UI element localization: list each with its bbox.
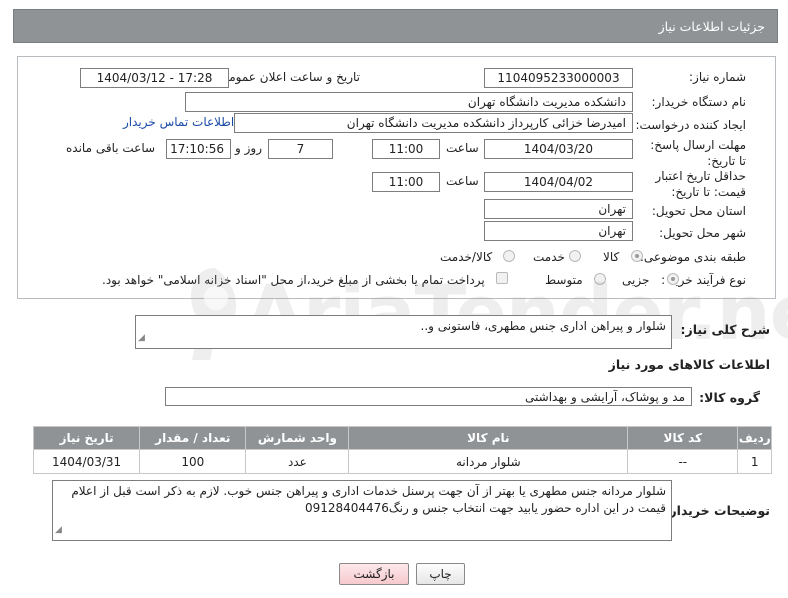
- need-number-label: شماره نیاز:: [689, 70, 746, 84]
- remaining-label: ساعت باقی مانده: [66, 141, 156, 155]
- cell-name: شلوار مردانه: [348, 449, 629, 474]
- cell-unit: عدد: [245, 449, 350, 474]
- price-valid-time-field: 11:00: [372, 172, 440, 192]
- goods-section-title: اطلاعات کالاهای مورد نیاز: [608, 357, 770, 372]
- remaining-time-field: 17:10:56: [166, 139, 231, 159]
- buyer-org-field: دانشکده مدیریت دانشگاه تهران: [185, 92, 633, 112]
- print-button[interactable]: چاپ: [416, 563, 465, 585]
- city-field: تهران: [484, 221, 633, 241]
- resize-grip-icon[interactable]: ◢: [55, 522, 62, 539]
- cell-code: --: [627, 449, 739, 474]
- buyer-notes-field[interactable]: شلوار مردانه جنس مطهری یا بهتر از آن جهت…: [52, 480, 672, 541]
- buyer-notes-text: شلوار مردانه جنس مطهری یا بهتر از آن جهت…: [71, 484, 666, 515]
- contact-info-link[interactable]: اطلاعات تماس خریدار: [123, 115, 234, 129]
- need-number-field: 1104095233000003: [484, 68, 633, 88]
- city-label: شهر محل تحویل:: [659, 226, 746, 240]
- process-medium-radio[interactable]: [594, 273, 606, 285]
- col-code: کد کالا: [627, 426, 739, 450]
- col-name: نام کالا: [348, 426, 629, 450]
- col-unit: واحد شمارش: [245, 426, 350, 450]
- back-button[interactable]: بازگشت: [339, 563, 409, 585]
- process-partial-label: جزیی: [622, 273, 650, 287]
- description-field[interactable]: شلوار و پیراهن اداری جنس مطهری، فاستونی …: [135, 315, 672, 349]
- deadline-label: مهلت ارسال پاسخ: تا تاریخ:: [650, 138, 746, 168]
- price-valid-time-label: ساعت: [446, 174, 479, 188]
- category-service-radio[interactable]: [569, 250, 581, 262]
- col-row: ردیف: [737, 426, 772, 450]
- price-valid-date-field: 1404/04/02: [484, 172, 633, 192]
- col-qty: تعداد / مقدار: [139, 426, 247, 450]
- days-field: 7: [268, 139, 333, 159]
- resize-grip-icon[interactable]: ◢: [138, 330, 145, 347]
- goods-group-label: گروه کالا:: [699, 390, 760, 405]
- province-label: استان محل تحویل:: [651, 204, 746, 218]
- creator-field: امیدرضا خزائی کارپرداز دانشکده مدیریت دا…: [234, 113, 633, 133]
- description-label: شرح کلی نیاز:: [680, 322, 770, 337]
- creator-label: ایجاد کننده درخواست:: [635, 118, 746, 132]
- announce-field: 1404/03/12 - 17:28: [80, 68, 229, 88]
- announce-label: تاریخ و ساعت اعلان عمومی:: [215, 70, 360, 84]
- province-field: تهران: [484, 199, 633, 219]
- col-date: تاریخ نیاز: [32, 426, 141, 450]
- process-partial-radio[interactable]: [667, 273, 679, 285]
- treasury-checkbox[interactable]: [496, 272, 508, 284]
- page-title: جزئیات اطلاعات نیاز: [658, 19, 765, 34]
- table-row: 1 -- شلوار مردانه عدد 100 1404/03/31: [32, 449, 772, 474]
- goods-table-header: ردیف کد کالا نام کالا واحد شمارش تعداد /…: [32, 426, 772, 450]
- goods-group-field: مد و پوشاک، آرایشی و بهداشتی: [165, 387, 692, 406]
- buyer-org-label: نام دستگاه خریدار:: [651, 95, 747, 109]
- cell-date: 1404/03/31: [32, 449, 141, 474]
- buyer-notes-label: توضیحات خریدار:: [664, 503, 770, 518]
- cell-qty: 100: [139, 449, 247, 474]
- price-valid-label: حداقل تاریخ اعتبار قیمت: تا تاریخ:: [655, 169, 746, 199]
- category-goods-service-label: کالا/خدمت: [440, 250, 493, 264]
- category-goods-service-radio[interactable]: [503, 250, 515, 262]
- deadline-time-field: 11:00: [372, 139, 440, 159]
- goods-table: ردیف کد کالا نام کالا واحد شمارش تعداد /…: [32, 426, 772, 474]
- description-text: شلوار و پیراهن اداری جنس مطهری، فاستونی …: [420, 319, 667, 333]
- days-label: روز و: [235, 141, 262, 155]
- page-header: جزئیات اطلاعات نیاز: [13, 9, 778, 43]
- process-medium-label: متوسط: [545, 273, 583, 287]
- category-service-label: خدمت: [533, 250, 565, 264]
- cell-row: 1: [737, 449, 772, 474]
- category-label: طبقه بندی موضوعی:: [639, 250, 746, 264]
- payment-note: پرداخت تمام یا بخشی از مبلغ خرید،از محل …: [102, 273, 485, 287]
- deadline-time-label: ساعت: [446, 141, 479, 155]
- category-goods-label: کالا: [603, 250, 620, 264]
- category-goods-radio[interactable]: [631, 250, 643, 262]
- deadline-date-field: 1404/03/20: [484, 139, 633, 159]
